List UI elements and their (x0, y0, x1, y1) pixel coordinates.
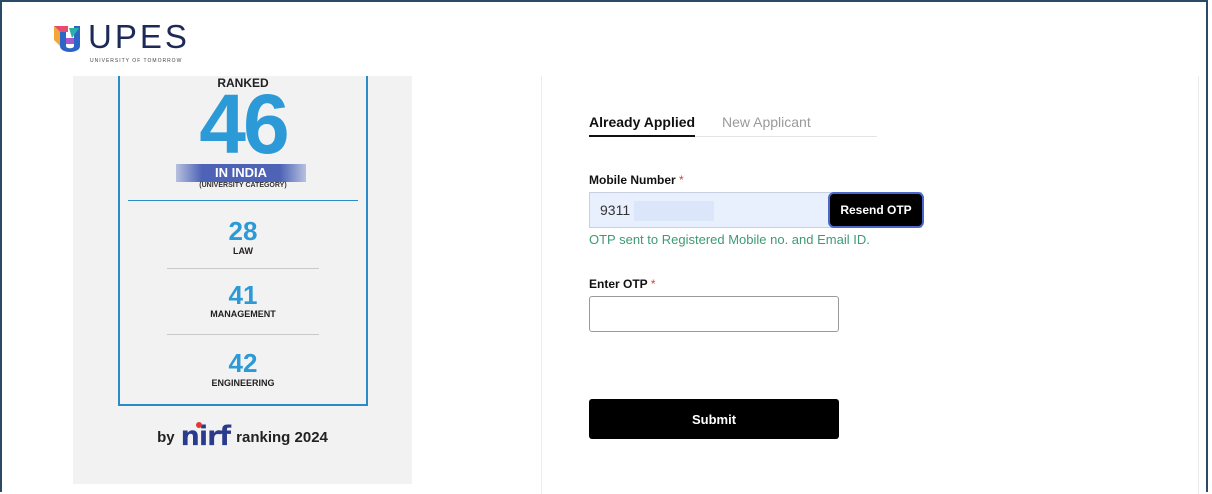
otp-sent-message: OTP sent to Registered Mobile no. and Em… (589, 232, 870, 247)
right-separator (1198, 76, 1199, 494)
masked-digits (634, 201, 715, 222)
engineering-label: ENGINEERING (211, 378, 275, 388)
enter-otp-label: Enter OTP * (589, 277, 655, 291)
tab-new-applicant[interactable]: New Applicant (722, 114, 811, 135)
resend-otp-button[interactable]: Resend OTP (828, 192, 924, 228)
otp-label-text: Enter OTP (589, 277, 648, 291)
submit-button[interactable]: Submit (589, 399, 839, 439)
nirf-credit: by nirf ranking 2024 (73, 422, 412, 450)
required-mark: * (650, 277, 656, 291)
divider (128, 200, 358, 201)
logo-tagline: UNIVERSITY OF TOMORROW (90, 58, 183, 64)
category-note: (UNIVERSITY CATEGORY) (199, 182, 287, 189)
nirf-logo: nirf (181, 422, 231, 450)
engineering-rank: 42 (228, 348, 258, 378)
nirf-brand: nirf (180, 421, 232, 452)
otp-input[interactable] (589, 296, 839, 332)
mobile-label-text: Mobile Number (589, 173, 676, 187)
mobile-number-label: Mobile Number * (589, 173, 684, 187)
divider (167, 268, 319, 269)
column-separator (541, 76, 542, 494)
header: UPES UNIVERSITY OF TOMORROW (2, 2, 1206, 76)
nirf-dot-icon (195, 422, 202, 428)
mobile-number-value: 9311 (600, 202, 631, 218)
tab-already-applied[interactable]: Already Applied (589, 114, 696, 137)
in-india-label: IN INDIA (176, 164, 306, 182)
law-label: LAW (233, 246, 253, 256)
by-prefix: by (157, 428, 175, 446)
management-rank: 41 (228, 280, 258, 310)
ranking-year: ranking 2024 (236, 428, 328, 446)
upes-logo[interactable]: UPES UNIVERSITY OF TOMORROW (52, 18, 202, 68)
overall-rank: 46 (199, 77, 289, 171)
applicant-tabs: Already Applied New Applicant (589, 114, 877, 137)
ranking-box: RANKED 46 IN INDIA (UNIVERSITY CATEGORY)… (118, 76, 368, 406)
required-mark: * (679, 173, 684, 187)
law-rank: 28 (228, 216, 258, 246)
upes-logo-mark-icon (54, 26, 80, 52)
divider (167, 334, 319, 335)
page-frame: UPES UNIVERSITY OF TOMORROW RANKED 46 IN… (0, 0, 1208, 494)
ranking-banner: RANKED 46 IN INDIA (UNIVERSITY CATEGORY)… (73, 76, 412, 484)
logo-text: UPES (88, 18, 190, 55)
management-label: MANAGEMENT (210, 309, 276, 319)
